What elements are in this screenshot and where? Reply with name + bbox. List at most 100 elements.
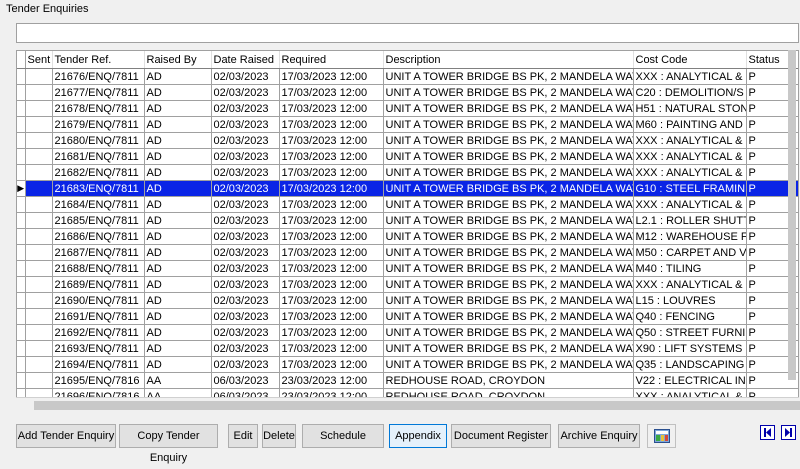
- cell-cost-code[interactable]: M50 : CARPET AND V: [633, 244, 747, 261]
- column-header-tender-ref[interactable]: Tender Ref.: [52, 51, 145, 69]
- cell-description[interactable]: UNIT A TOWER BRIDGE BS PK, 2 MANDELA WAY…: [383, 244, 634, 261]
- cell-required[interactable]: 17/03/2023 12:00: [279, 260, 384, 277]
- cell-required[interactable]: 17/03/2023 12:00: [279, 196, 384, 213]
- column-header-required[interactable]: Required: [279, 51, 384, 69]
- cell-date-raised[interactable]: 02/03/2023: [211, 292, 280, 309]
- table-row[interactable]: 21684/ENQ/7811 AD 02/03/2023 17/03/2023 12:…: [17, 196, 798, 213]
- cell-sent[interactable]: [25, 260, 53, 277]
- cell-required[interactable]: 17/03/2023 12:00: [279, 68, 384, 85]
- column-header-description[interactable]: Description: [383, 51, 634, 69]
- cell-raised-by[interactable]: AD: [144, 228, 212, 245]
- vertical-scrollbar[interactable]: [785, 50, 799, 397]
- cell-sent[interactable]: [25, 180, 53, 197]
- cell-raised-by[interactable]: AD: [144, 212, 212, 229]
- cell-description[interactable]: UNIT A TOWER BRIDGE BS PK, 2 MANDELA WAY…: [383, 180, 634, 197]
- copy-tender-enquiry-button[interactable]: Copy Tender Enquiry: [119, 424, 218, 464]
- cell-description[interactable]: UNIT A TOWER BRIDGE BS PK, 2 MANDELA WAY…: [383, 308, 634, 325]
- cell-description[interactable]: REDHOUSE ROAD, CROYDON: [383, 372, 634, 389]
- cell-tender-ref[interactable]: 21685/ENQ/7811: [52, 212, 145, 229]
- cell-cost-code[interactable]: XXX : ANALYTICAL & E: [633, 132, 747, 149]
- cell-tender-ref[interactable]: 21678/ENQ/7811: [52, 100, 145, 117]
- cell-date-raised[interactable]: 02/03/2023: [211, 148, 280, 165]
- cell-tender-ref[interactable]: 21676/ENQ/7811: [52, 68, 145, 85]
- cell-date-raised[interactable]: 02/03/2023: [211, 100, 280, 117]
- cell-cost-code[interactable]: X90 : LIFT SYSTEMS: [633, 340, 747, 357]
- last-record-button[interactable]: [781, 425, 796, 440]
- cell-required[interactable]: 17/03/2023 12:00: [279, 292, 384, 309]
- cell-sent[interactable]: [25, 212, 53, 229]
- cell-cost-code[interactable]: Q40 : FENCING: [633, 308, 747, 325]
- cell-date-raised[interactable]: 02/03/2023: [211, 68, 280, 85]
- document-register-button[interactable]: Document Register: [451, 424, 551, 448]
- table-row[interactable]: 21689/ENQ/7811 AD 02/03/2023 17/03/2023 12:…: [17, 276, 798, 293]
- column-header-raised-by[interactable]: Raised By: [144, 51, 212, 69]
- cell-cost-code[interactable]: V22 : ELECTRICAL IN: [633, 372, 747, 389]
- appendix-button[interactable]: Appendix: [389, 424, 447, 448]
- table-row[interactable]: 21688/ENQ/7811 AD 02/03/2023 17/03/2023 12:…: [17, 260, 798, 277]
- cell-date-raised[interactable]: 02/03/2023: [211, 132, 280, 149]
- horizontal-scrollbar[interactable]: [16, 397, 800, 413]
- cell-tender-ref[interactable]: 21692/ENQ/7811: [52, 324, 145, 341]
- cell-description[interactable]: UNIT A TOWER BRIDGE BS PK, 2 MANDELA WAY…: [383, 116, 634, 133]
- cell-cost-code[interactable]: L15 : LOUVRES: [633, 292, 747, 309]
- cell-cost-code[interactable]: M60 : PAINTING AND: [633, 116, 747, 133]
- edit-button[interactable]: Edit: [228, 424, 258, 448]
- cell-raised-by[interactable]: AD: [144, 84, 212, 101]
- cell-date-raised[interactable]: 02/03/2023: [211, 116, 280, 133]
- cell-sent[interactable]: [25, 84, 53, 101]
- cell-sent[interactable]: [25, 276, 53, 293]
- cell-cost-code[interactable]: L2.1 : ROLLER SHUTT: [633, 212, 747, 229]
- cell-tender-ref[interactable]: 21693/ENQ/7811: [52, 340, 145, 357]
- cell-date-raised[interactable]: 02/03/2023: [211, 308, 280, 325]
- cell-raised-by[interactable]: AD: [144, 116, 212, 133]
- cell-cost-code[interactable]: XXX : ANALYTICAL & E: [633, 276, 747, 293]
- cell-tender-ref[interactable]: 21686/ENQ/7811: [52, 228, 145, 245]
- report-button[interactable]: [647, 424, 676, 448]
- cell-required[interactable]: 17/03/2023 12:00: [279, 324, 384, 341]
- table-row[interactable]: 21681/ENQ/7811 AD 02/03/2023 17/03/2023 12:…: [17, 148, 798, 165]
- cell-required[interactable]: 17/03/2023 12:00: [279, 228, 384, 245]
- cell-date-raised[interactable]: 02/03/2023: [211, 276, 280, 293]
- cell-description[interactable]: UNIT A TOWER BRIDGE BS PK, 2 MANDELA WAY…: [383, 228, 634, 245]
- cell-date-raised[interactable]: 06/03/2023: [211, 372, 280, 389]
- cell-raised-by[interactable]: AD: [144, 68, 212, 85]
- cell-date-raised[interactable]: 02/03/2023: [211, 212, 280, 229]
- cell-required[interactable]: 17/03/2023 12:00: [279, 308, 384, 325]
- cell-sent[interactable]: [25, 356, 53, 373]
- cell-tender-ref[interactable]: 21681/ENQ/7811: [52, 148, 145, 165]
- cell-sent[interactable]: [25, 308, 53, 325]
- cell-description[interactable]: UNIT A TOWER BRIDGE BS PK, 2 MANDELA WAY…: [383, 68, 634, 85]
- horizontal-scroll-thumb[interactable]: [34, 401, 800, 410]
- cell-raised-by[interactable]: AD: [144, 260, 212, 277]
- cell-cost-code[interactable]: XXX : ANALYTICAL & E: [633, 164, 747, 181]
- cell-raised-by[interactable]: AD: [144, 324, 212, 341]
- cell-cost-code[interactable]: XXX : ANALYTICAL & E: [633, 68, 747, 85]
- cell-tender-ref[interactable]: 21687/ENQ/7811: [52, 244, 145, 261]
- cell-sent[interactable]: [25, 228, 53, 245]
- cell-sent[interactable]: [25, 132, 53, 149]
- column-header-cost-code[interactable]: Cost Code: [633, 51, 747, 69]
- cell-required[interactable]: 17/03/2023 12:00: [279, 340, 384, 357]
- cell-required[interactable]: 17/03/2023 12:00: [279, 116, 384, 133]
- cell-required[interactable]: 17/03/2023 12:00: [279, 356, 384, 373]
- table-row[interactable]: 21685/ENQ/7811 AD 02/03/2023 17/03/2023 12:…: [17, 212, 798, 229]
- cell-date-raised[interactable]: 02/03/2023: [211, 84, 280, 101]
- cell-required[interactable]: 17/03/2023 12:00: [279, 212, 384, 229]
- table-row[interactable]: 21679/ENQ/7811 AD 02/03/2023 17/03/2023 12:…: [17, 116, 798, 133]
- add-tender-enquiry-button[interactable]: Add Tender Enquiry: [16, 424, 116, 448]
- cell-required[interactable]: 17/03/2023 12:00: [279, 148, 384, 165]
- cell-raised-by[interactable]: AD: [144, 308, 212, 325]
- column-header-sent[interactable]: Sent: [25, 51, 53, 69]
- table-row[interactable]: 21678/ENQ/7811 AD 02/03/2023 17/03/2023 12:…: [17, 100, 798, 117]
- cell-description[interactable]: UNIT A TOWER BRIDGE BS PK, 2 MANDELA WAY…: [383, 212, 634, 229]
- column-header-date-raised[interactable]: Date Raised: [211, 51, 280, 69]
- cell-description[interactable]: UNIT A TOWER BRIDGE BS PK, 2 MANDELA WAY…: [383, 132, 634, 149]
- cell-required[interactable]: 17/03/2023 12:00: [279, 180, 384, 197]
- cell-date-raised[interactable]: 02/03/2023: [211, 180, 280, 197]
- cell-cost-code[interactable]: Q35 : LANDSCAPING: [633, 356, 747, 373]
- cell-raised-by[interactable]: AD: [144, 148, 212, 165]
- cell-raised-by[interactable]: AD: [144, 180, 212, 197]
- cell-date-raised[interactable]: 02/03/2023: [211, 324, 280, 341]
- cell-sent[interactable]: [25, 244, 53, 261]
- table-row[interactable]: 21690/ENQ/7811 AD 02/03/2023 17/03/2023 12:…: [17, 292, 798, 309]
